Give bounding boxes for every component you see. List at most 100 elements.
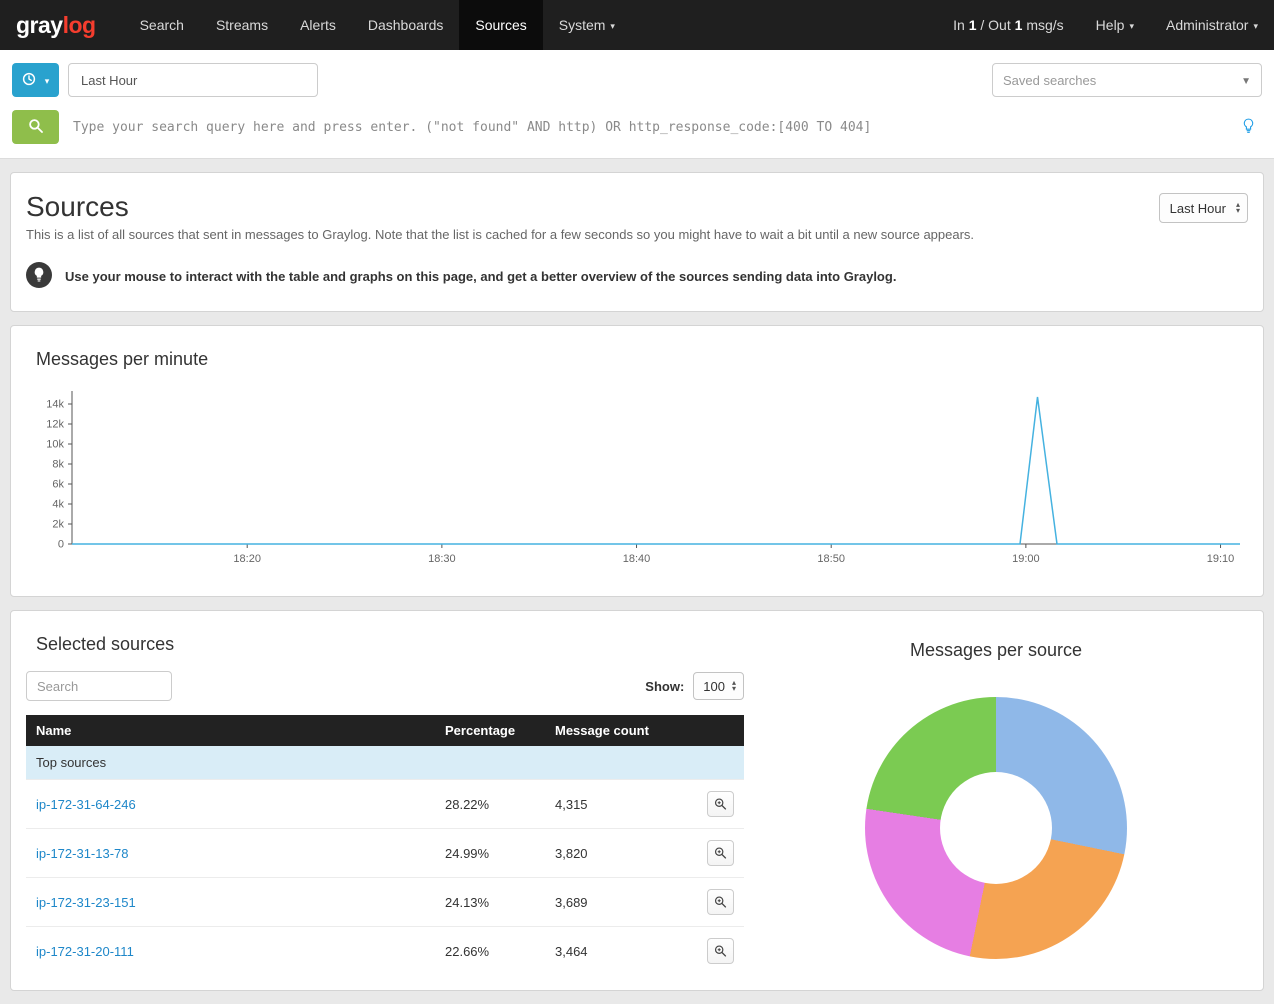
source-percentage: 28.22% — [435, 780, 545, 829]
table-row: ip-172-31-13-78 24.99% 3,820 — [26, 829, 744, 878]
column-header-percentage: Percentage — [435, 715, 545, 746]
brand-log: log — [63, 12, 96, 39]
source-count: 3,820 — [545, 829, 697, 878]
throughput-status: In 1 / Out 1 msg/s — [937, 0, 1080, 50]
timerange-row: ▾ Saved searches ▼ — [12, 63, 1262, 97]
navbar-right: In 1 / Out 1 msg/s Help▾ Administrator▾ — [937, 0, 1274, 50]
range-select[interactable]: Last Hour ▴▾ — [1159, 193, 1248, 223]
svg-text:12k: 12k — [46, 419, 64, 431]
chevron-down-icon: ▾ — [1129, 21, 1134, 32]
chevron-down-icon: ▼ — [1241, 76, 1251, 87]
svg-text:19:10: 19:10 — [1207, 553, 1235, 565]
group-row-top-sources: Top sources — [26, 746, 744, 780]
zoom-in-button[interactable] — [707, 791, 734, 817]
show-label: Show: — [645, 679, 684, 694]
query-input[interactable] — [59, 112, 1235, 143]
source-link[interactable]: ip-172-31-64-246 — [36, 797, 136, 812]
nav-item-streams[interactable]: Streams — [200, 0, 284, 50]
clock-icon — [22, 72, 36, 89]
messages-per-minute-chart[interactable]: 14k 12k 10k 8k 6k 4k 2k 0 18:20 18:30 18:40 18:50 19… — [26, 386, 1250, 578]
messages-per-source-section: Messages per source — [744, 626, 1248, 975]
column-header-actions — [697, 715, 744, 746]
svg-text:18:50: 18:50 — [817, 553, 845, 565]
chevron-down-icon: ▾ — [45, 76, 50, 87]
search-button[interactable] — [12, 110, 59, 144]
svg-text:4k: 4k — [52, 499, 64, 511]
source-link[interactable]: ip-172-31-23-151 — [36, 895, 136, 910]
svg-text:18:30: 18:30 — [428, 553, 456, 565]
line-chart-title: Messages per minute — [36, 349, 1248, 370]
nav-item-search[interactable]: Search — [124, 0, 200, 50]
nav-item-alerts[interactable]: Alerts — [284, 0, 352, 50]
saved-searches-select[interactable]: Saved searches ▼ — [992, 63, 1262, 97]
selected-sources-title: Selected sources — [36, 634, 744, 655]
query-row — [12, 110, 1262, 144]
column-header-count: Message count — [545, 715, 697, 746]
svg-text:8k: 8k — [52, 459, 64, 471]
search-icon — [28, 118, 44, 137]
tip-text: Use your mouse to interact with the tabl… — [65, 269, 896, 284]
lightbulb-icon — [26, 262, 52, 291]
table-controls: Show: 100 ▴▾ — [26, 671, 744, 701]
zoom-in-icon — [714, 846, 727, 860]
source-link[interactable]: ip-172-31-20-111 — [36, 944, 134, 959]
donut-hole — [940, 772, 1052, 884]
svg-text:18:40: 18:40 — [623, 553, 651, 565]
nav-item-dashboards[interactable]: Dashboards — [352, 0, 460, 50]
zoom-in-icon — [714, 944, 727, 958]
main-nav: Search Streams Alerts Dashboards Sources… — [124, 0, 631, 50]
source-percentage: 24.13% — [435, 878, 545, 927]
page-description: This is a list of all sources that sent … — [26, 227, 1248, 242]
zoom-in-button[interactable] — [707, 938, 734, 964]
svg-text:0: 0 — [58, 539, 64, 551]
source-count: 3,464 — [545, 927, 697, 976]
source-percentage: 22.66% — [435, 927, 545, 976]
graylog-logo[interactable]: graylog — [0, 0, 124, 50]
table-row: ip-172-31-64-246 28.22% 4,315 — [26, 780, 744, 829]
sources-search-input[interactable] — [26, 671, 172, 701]
table-header-row: Name Percentage Message count — [26, 715, 744, 746]
user-menu[interactable]: Administrator▾ — [1150, 0, 1274, 50]
top-navbar: graylog Search Streams Alerts Dashboards… — [0, 0, 1274, 50]
show-group: Show: 100 ▴▾ — [645, 672, 744, 700]
select-arrows-icon: ▴▾ — [1236, 202, 1240, 214]
table-row: ip-172-31-20-111 22.66% 3,464 — [26, 927, 744, 976]
svg-text:14k: 14k — [46, 399, 64, 411]
source-count: 4,315 — [545, 780, 697, 829]
timerange-input[interactable] — [68, 63, 318, 97]
source-count: 3,689 — [545, 878, 697, 927]
svg-text:2k: 2k — [52, 519, 64, 531]
zoom-in-icon — [714, 895, 727, 909]
zoom-in-button[interactable] — [707, 889, 734, 915]
search-section: ▾ Saved searches ▼ — [0, 50, 1274, 159]
svg-text:6k: 6k — [52, 479, 64, 491]
source-percentage: 24.99% — [435, 829, 545, 878]
column-header-name: Name — [26, 715, 435, 746]
zoom-in-icon — [714, 797, 727, 811]
zoom-in-button[interactable] — [707, 840, 734, 866]
messages-per-minute-panel: Messages per minute 14k 12k 10k 8k 6k 4k 2k 0 18… — [10, 325, 1264, 597]
brand-gray: gray — [16, 12, 63, 39]
chevron-down-icon: ▾ — [1253, 21, 1258, 32]
sources-header-panel: Sources This is a list of all sources th… — [10, 172, 1264, 312]
timerange-button[interactable]: ▾ — [12, 63, 59, 97]
query-hint-bulb-icon[interactable] — [1235, 118, 1262, 137]
show-count-select[interactable]: 100 ▴▾ — [693, 672, 744, 700]
svg-text:19:00: 19:00 — [1012, 553, 1040, 565]
nav-item-sources[interactable]: Sources — [459, 0, 542, 50]
chevron-down-icon: ▾ — [610, 21, 615, 32]
nav-item-system[interactable]: System▾ — [543, 0, 631, 50]
sources-detail-panel: Selected sources Show: 100 ▴▾ Name Perce… — [10, 610, 1264, 991]
messages-per-source-donut[interactable] — [865, 697, 1127, 959]
page-title: Sources — [26, 191, 1248, 223]
table-row: ip-172-31-23-151 24.13% 3,689 — [26, 878, 744, 927]
pie-chart-title: Messages per source — [910, 640, 1082, 661]
selected-sources-section: Selected sources Show: 100 ▴▾ Name Perce… — [26, 626, 744, 975]
svg-text:10k: 10k — [46, 439, 64, 451]
tip-row: Use your mouse to interact with the tabl… — [26, 262, 1248, 291]
source-link[interactable]: ip-172-31-13-78 — [36, 846, 129, 861]
svg-text:18:20: 18:20 — [233, 553, 261, 565]
help-menu[interactable]: Help▾ — [1080, 0, 1150, 50]
sources-table: Name Percentage Message count Top source… — [26, 715, 744, 975]
select-arrows-icon: ▴▾ — [732, 680, 736, 692]
